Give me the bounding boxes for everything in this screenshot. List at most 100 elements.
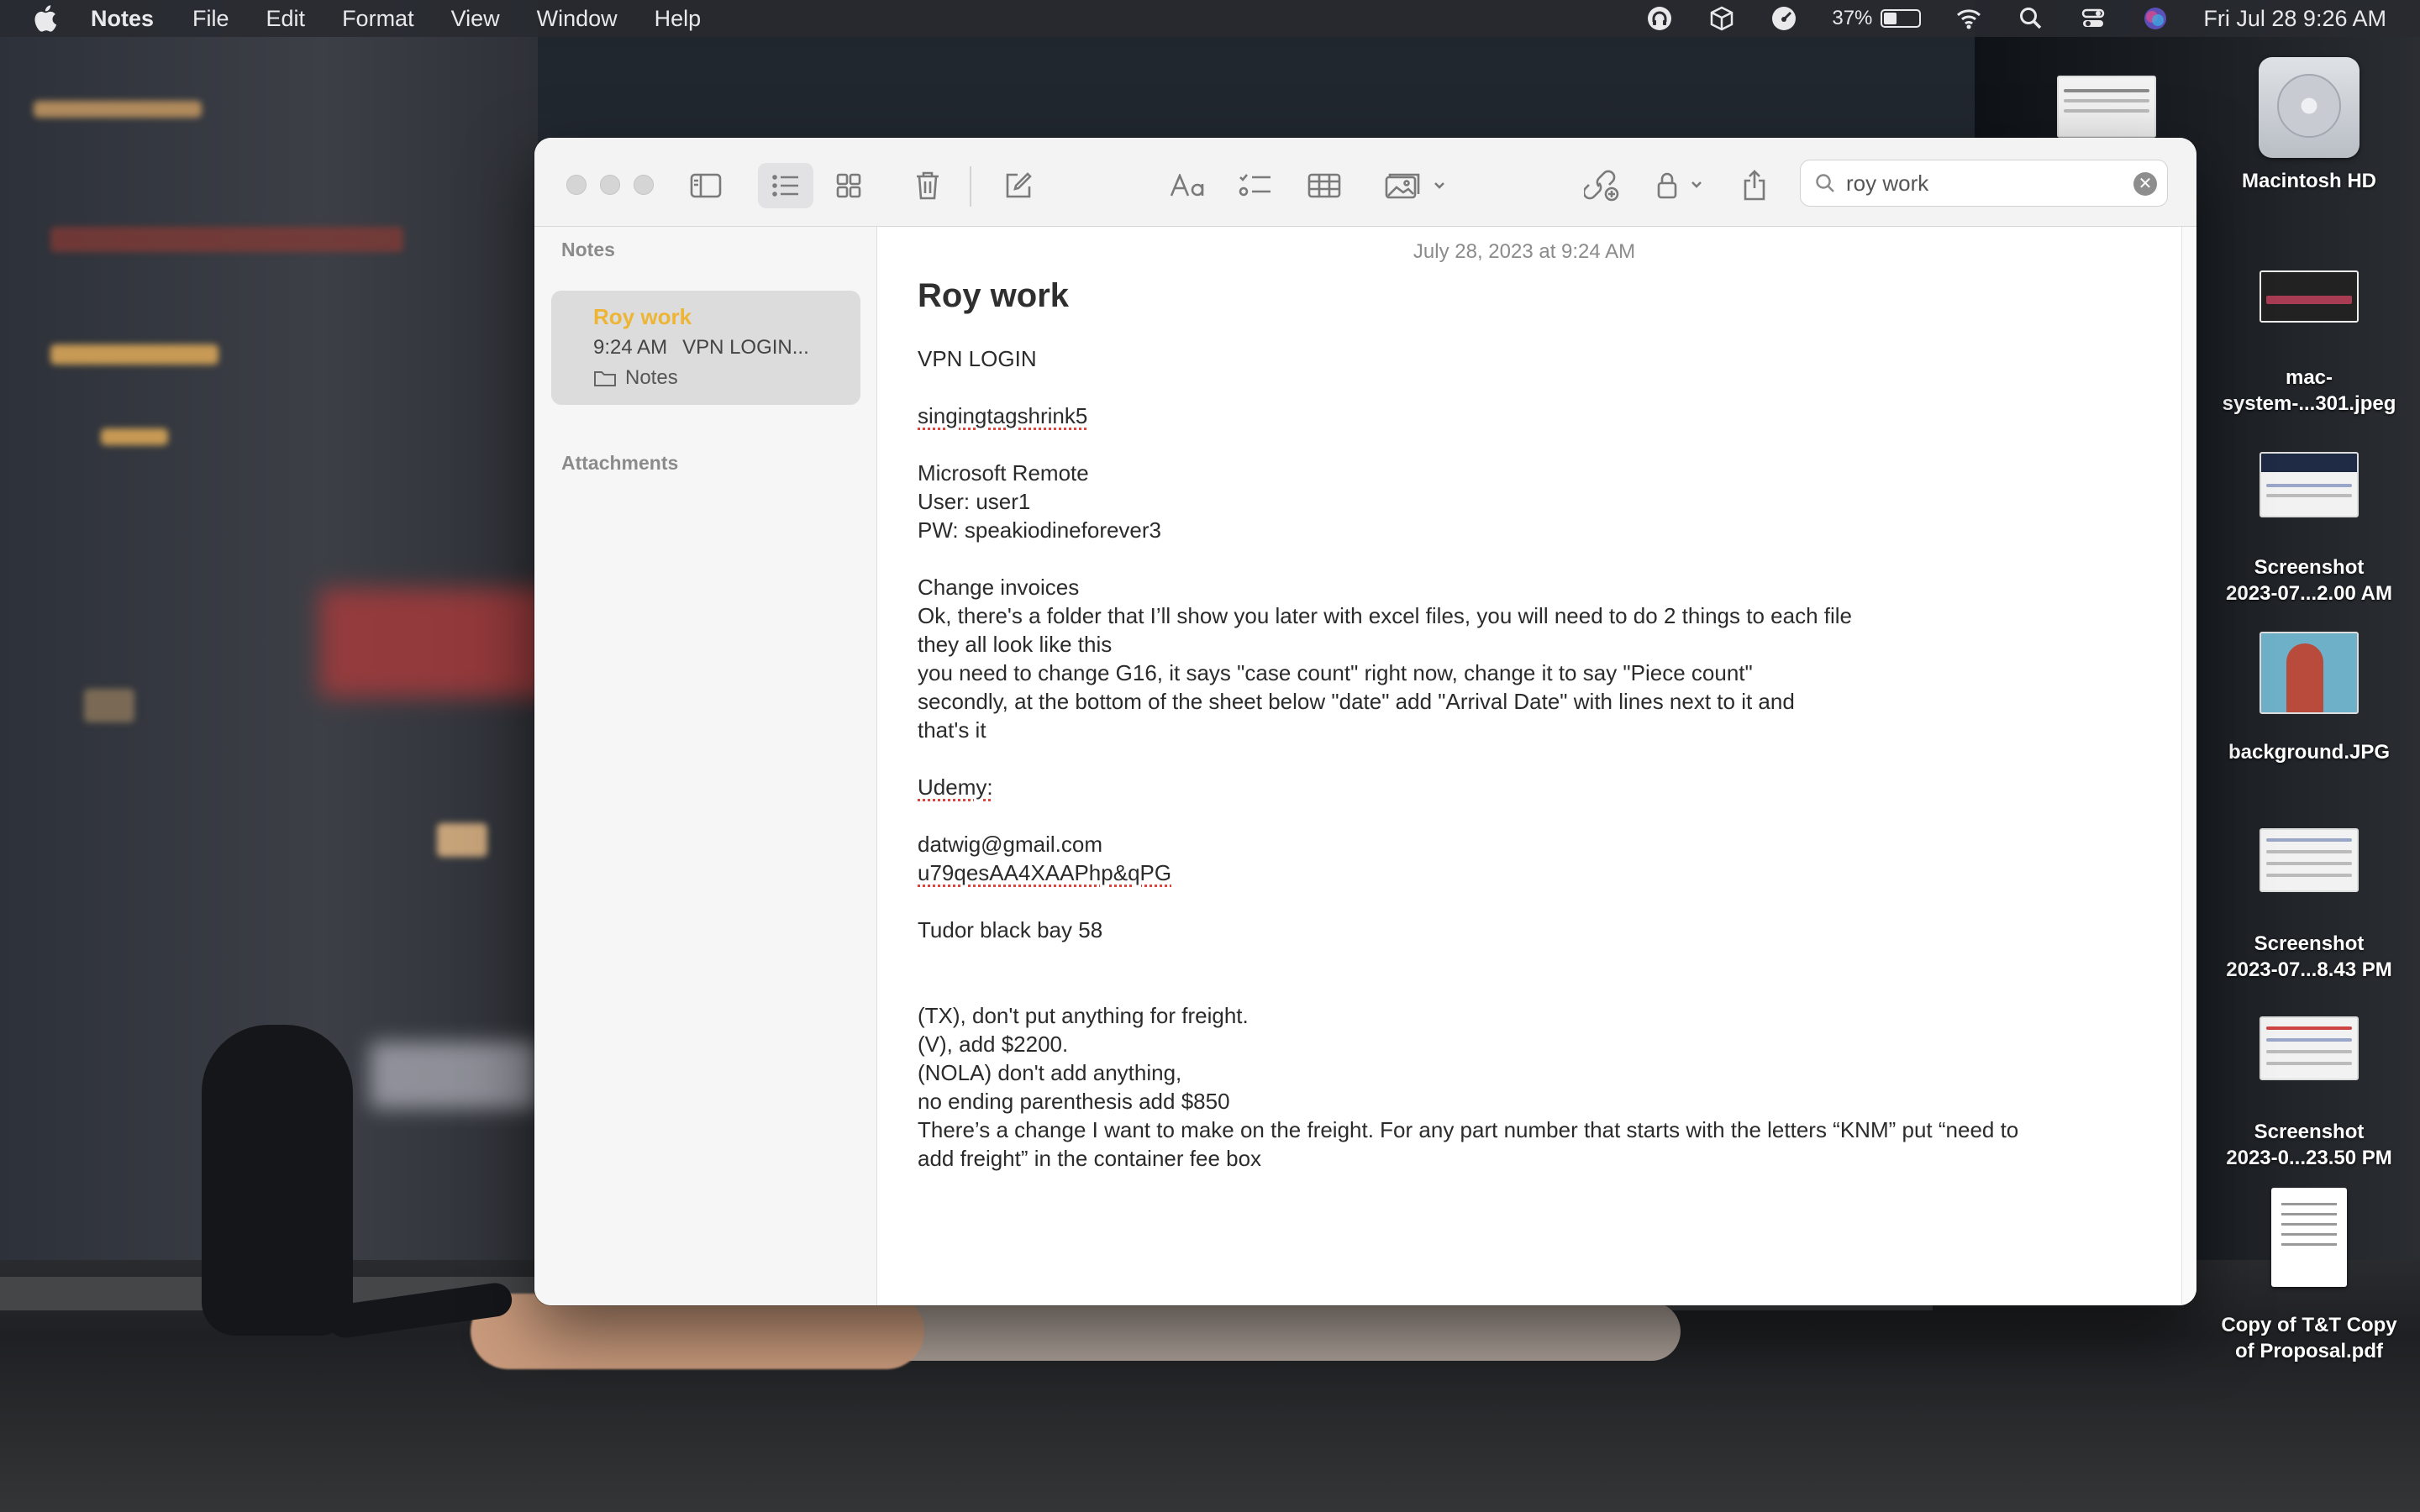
menu-edit[interactable]: Edit (266, 6, 306, 32)
note-line: no ending parenthesis add $850 (918, 1089, 1230, 1114)
apple-menu-icon[interactable] (32, 4, 57, 33)
thumbnail-header (2261, 454, 2357, 472)
menu-clock[interactable]: Fri Jul 28 9:26 AM (2203, 6, 2386, 32)
wallpaper-neon-sign-white (370, 1042, 538, 1109)
menu-format[interactable]: Format (342, 6, 414, 32)
note-line: Change invoices (918, 575, 1080, 600)
desktop-item-screenshot-3[interactable]: Screenshot 2023-0...23.50 PM (2208, 1016, 2410, 1171)
menu-file[interactable]: File (192, 6, 229, 32)
new-note-button[interactable] (995, 163, 1042, 208)
desktop-item-screenshot-1[interactable]: Screenshot 2023-07...2.00 AM (2208, 452, 2410, 606)
battery-percentage: 37% (1832, 7, 1873, 29)
thumbnail-line (2266, 484, 2352, 487)
desktop-item-mac-system-jpeg[interactable]: mac- system-...301.jpeg (2208, 270, 2410, 417)
collaborate-button[interactable] (1578, 163, 1625, 208)
editor-scrollbar[interactable] (2181, 227, 2196, 1305)
desktop-item-proposal-pdf[interactable]: Copy of T&T Copy of Proposal.pdf (2208, 1188, 2410, 1364)
notes-window: ✕ Notes Roy work 9:24 AM VPN LOGIN... Not… (534, 138, 2196, 1305)
note-title[interactable]: Roy work (918, 277, 1069, 315)
note-line: datwig@gmail.com (918, 832, 1103, 857)
zoom-window-button[interactable] (634, 175, 654, 195)
note-list-item-meta: 9:24 AM VPN LOGIN... (593, 336, 809, 360)
table-button[interactable] (1301, 163, 1348, 208)
search-input[interactable] (1846, 170, 2115, 197)
clear-search-icon[interactable]: ✕ (2133, 172, 2157, 196)
note-list-item-folder-name: Notes (625, 366, 678, 389)
note-line: they all look like this (918, 632, 1113, 657)
desktop-item-label: 2023-07...2.00 AM (2226, 582, 2392, 605)
pdf-file-icon (2271, 1188, 2347, 1287)
gauge-icon[interactable] (1770, 4, 1798, 33)
wallpaper-neon-sign (319, 588, 555, 697)
checklist-button[interactable] (1232, 163, 1279, 208)
trash-icon (917, 171, 939, 200)
menu-view[interactable]: View (451, 6, 500, 32)
note-line (918, 544, 2128, 573)
pdf-text-line (2281, 1223, 2337, 1226)
desktop-item-label: of Proposal.pdf (2235, 1340, 2383, 1362)
text-format-icon (1170, 174, 1204, 197)
lock-note-button[interactable] (1649, 163, 1716, 208)
thumbnail-accent (2266, 296, 2352, 304)
pdf-text-line (2281, 1243, 2337, 1246)
note-line (918, 430, 2128, 459)
note-line: VPN LOGIN (918, 346, 1037, 371)
desktop-item-label: Copy of T&T Copy (2221, 1314, 2397, 1336)
desktop-item-screenshot-2[interactable]: Screenshot 2023-07...8.43 PM (2208, 828, 2410, 983)
floating-screenshot-thumbnail[interactable] (2057, 76, 2156, 138)
desktop-item-label: background.JPG (2228, 741, 2391, 764)
note-line: Udemy: (918, 774, 993, 800)
note-list-item[interactable]: Roy work 9:24 AM VPN LOGIN... Notes (551, 291, 860, 405)
note-line (918, 973, 2128, 1001)
wifi-icon[interactable] (1954, 4, 1983, 33)
screenshot-file-icon (2260, 828, 2359, 892)
wallpaper-window-light (50, 344, 218, 365)
wallpaper-cat (202, 1025, 353, 1336)
gallery-view-button[interactable] (825, 163, 872, 208)
media-button[interactable] (1380, 163, 1452, 208)
note-line: (TX), don't put anything for freight. (918, 1003, 1249, 1028)
menu-app-name[interactable]: Notes (91, 6, 154, 32)
battery-level-fill (1884, 13, 1897, 24)
minimize-window-button[interactable] (600, 175, 620, 195)
toggle-sidebar-button[interactable] (682, 163, 729, 208)
headphones-icon[interactable] (1645, 4, 1674, 33)
delete-note-button[interactable] (904, 163, 951, 208)
wallpaper-window-light (101, 428, 168, 445)
thumbnail-line (2266, 1026, 2352, 1030)
thumbnail-line (2064, 99, 2149, 102)
note-body[interactable]: VPN LOGIN singingtagshrink5 Microsoft Re… (918, 344, 2128, 1173)
format-button[interactable] (1163, 163, 1213, 208)
search-field[interactable]: ✕ (1800, 160, 2168, 207)
desktop-item-label: mac- (2285, 366, 2333, 389)
window-toolbar: ✕ (534, 138, 2196, 227)
note-line: singingtagshrink5 (918, 403, 1088, 428)
attachments-section-header[interactable]: Attachments (561, 452, 678, 475)
menu-window[interactable]: Window (537, 6, 618, 32)
note-line (918, 373, 2128, 402)
note-line: secondly, at the bottom of the sheet bel… (918, 689, 1795, 714)
menu-help[interactable]: Help (655, 6, 702, 32)
battery-icon[interactable] (1881, 9, 1922, 28)
siri-icon[interactable] (2141, 4, 2170, 33)
hard-drive-disc (2277, 74, 2341, 138)
desktop-item-macintosh-hd[interactable]: Macintosh HD (2208, 57, 2410, 194)
box-icon[interactable] (1707, 4, 1736, 33)
thumbnail-line (2266, 494, 2352, 497)
note-line: (V), add $2200. (918, 1032, 1069, 1057)
share-icon (1744, 170, 1765, 201)
grid-icon (836, 173, 861, 198)
list-view-button[interactable] (758, 163, 813, 208)
screenshot-file-icon (2260, 1016, 2359, 1080)
note-editor[interactable]: July 28, 2023 at 9:24 AM Roy work VPN LO… (877, 227, 2181, 1305)
close-window-button[interactable] (566, 175, 587, 195)
control-center-icon[interactable] (2079, 4, 2107, 33)
desktop-item-background-jpg[interactable]: background.JPG (2208, 632, 2410, 765)
thumbnail-figure (2286, 643, 2323, 712)
share-button[interactable] (1731, 163, 1778, 208)
hard-drive-icon (2259, 57, 2360, 158)
wallpaper-window-light (437, 823, 487, 857)
note-line: There’s a change I want to make on the f… (918, 1117, 2019, 1142)
table-icon (1307, 173, 1341, 198)
spotlight-search-icon[interactable] (2017, 4, 2045, 33)
